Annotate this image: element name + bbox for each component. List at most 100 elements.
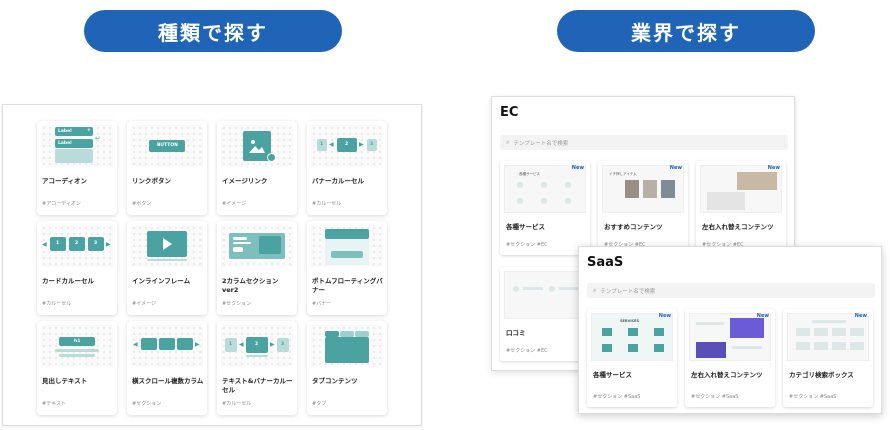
card-carousel-thumbnail: ◀ 1 2 3 ▶ xyxy=(41,225,113,267)
image-link-thumbnail xyxy=(221,125,293,167)
thumb-number: 1 xyxy=(229,342,233,347)
thumb-heading: SERVICES xyxy=(620,319,640,323)
component-tag: #カルーセル xyxy=(312,201,342,207)
component-card-text-banner-carousel[interactable]: 1 ◀ 2 ▶ 3 テキスト&バナーカルーセル #カルーセル xyxy=(217,321,297,415)
template-title: 各種サービス xyxy=(593,371,632,379)
template-thumbnail xyxy=(689,313,771,361)
component-tag: #カルーセル xyxy=(222,401,252,407)
thumb-number: 2 xyxy=(75,241,79,246)
chevron-left-icon: ◀ xyxy=(133,341,138,348)
template-card-ec-services[interactable]: 各種サービス New 各種サービス #セクション #EC xyxy=(500,161,590,255)
chevron-left-icon: ◀ xyxy=(329,141,334,148)
template-title: カテゴリ検索ボックス xyxy=(789,371,854,379)
component-title: カードカルーセル xyxy=(42,277,94,285)
template-title: 左右入れ替えコンテンツ xyxy=(691,371,763,379)
template-tags: #セクション #SaaS xyxy=(593,394,641,400)
new-badge: New xyxy=(767,165,780,171)
thumb-number: 3 xyxy=(370,142,374,147)
link-icon xyxy=(267,153,276,162)
template-thumbnail xyxy=(700,165,782,213)
horizontal-scroll-thumbnail: ◀ ▶ xyxy=(131,325,203,367)
text-banner-carousel-thumbnail: 1 ◀ 2 ▶ 3 xyxy=(221,325,293,367)
chevron-right-icon: ▶ xyxy=(195,341,200,348)
component-title: 2カラムセクション ver2 xyxy=(222,277,279,295)
template-card-saas-swap[interactable]: New 左右入れ替えコンテンツ #セクション #SaaS xyxy=(685,309,775,407)
component-card-link-button[interactable]: BUTTON リンクボタン #ボタン xyxy=(127,121,207,215)
search-input[interactable]: ⌕ テンプレート名で検索 xyxy=(500,135,788,150)
component-card-bottom-floating-banner[interactable]: ボトムフローティングバナー #バナー xyxy=(307,221,387,315)
thumb-label: Label xyxy=(58,129,72,134)
template-title: 左右入れ替えコンテンツ xyxy=(702,223,774,231)
search-input[interactable]: ⌕ テンプレート名で検索 xyxy=(587,283,875,298)
template-thumbnail: イチ押しアイテム xyxy=(602,165,684,213)
play-icon xyxy=(163,238,172,250)
panel-title: SaaS xyxy=(587,255,624,270)
inline-frame-thumbnail xyxy=(131,225,203,267)
component-tag: #イメージ xyxy=(132,301,157,307)
component-card-banner-carousel[interactable]: 1 ◀ 2 ▶ 3 バナーカルーセル #カルーセル xyxy=(307,121,387,215)
component-card-inline-frame[interactable]: インラインフレーム #イメージ xyxy=(127,221,207,315)
thumb-heading: h1 xyxy=(74,339,81,344)
component-tag: #バナー xyxy=(312,301,332,307)
component-card-horizontal-scroll-columns[interactable]: ◀ ▶ 横スクロール複数カラム #セクション xyxy=(127,321,207,415)
chevron-right-icon: ▶ xyxy=(106,241,111,248)
template-tags: #セクション #EC xyxy=(506,242,548,248)
template-tags: #セクション #SaaS xyxy=(789,394,837,400)
saas-template-panel: SaaS ⌕ テンプレート名で検索 SERVICES New 各種サービス #セ… xyxy=(578,246,882,414)
button-thumbnail: BUTTON xyxy=(131,125,203,167)
component-title: ボトムフローティングバナー xyxy=(312,277,383,295)
search-icon: ⌕ xyxy=(506,138,510,146)
component-card-two-column-section[interactable]: 2カラムセクション ver2 #セクション xyxy=(217,221,297,315)
thumb-number: 1 xyxy=(56,241,60,246)
template-card-saas-category-search[interactable]: New カテゴリ検索ボックス #セクション #SaaS xyxy=(783,309,873,407)
chevron-right-icon: ▶ xyxy=(359,141,364,148)
accordion-thumbnail: Label + Label ↩ xyxy=(41,125,113,167)
component-title: テキスト&バナーカルーセル xyxy=(222,377,293,395)
component-title: 見出しテキスト xyxy=(42,377,88,385)
template-card-ec-swap[interactable]: New 左右入れ替えコンテンツ #セクション #EC xyxy=(696,161,786,255)
component-type-panel: Label + Label ↩ アコーディオン #アコーディオン BUTTON … xyxy=(2,104,422,426)
component-title: アコーディオン xyxy=(42,177,88,185)
chevron-left-icon: ◀ xyxy=(42,241,47,248)
template-card-saas-services[interactable]: SERVICES New 各種サービス #セクション #SaaS xyxy=(587,309,677,407)
thumb-number: 2 xyxy=(255,342,259,347)
component-title: バナーカルーセル xyxy=(312,177,364,185)
component-card-image-link[interactable]: イメージリンク #イメージ xyxy=(217,121,297,215)
template-title: 口コミ xyxy=(506,329,526,337)
template-thumbnail xyxy=(504,271,586,319)
search-placeholder: テンプレート名で検索 xyxy=(513,140,569,147)
component-tag: #ボタン xyxy=(132,201,152,207)
component-tag: #セクション xyxy=(132,401,162,407)
thumb-number: 1 xyxy=(320,142,324,147)
new-badge: New xyxy=(756,313,769,319)
template-thumbnail: 各種サービス xyxy=(504,165,586,213)
thumb-button-label: BUTTON xyxy=(157,143,178,148)
component-card-tab-contents[interactable]: タブコンテンツ #タブ xyxy=(307,321,387,415)
component-card-accordion[interactable]: Label + Label ↩ アコーディオン #アコーディオン xyxy=(37,121,117,215)
template-tags: #セクション #EC xyxy=(506,348,548,354)
component-tag: #タブ xyxy=(312,401,327,407)
template-thumbnail xyxy=(787,313,869,361)
banner-carousel-thumbnail: 1 ◀ 2 ▶ 3 xyxy=(311,125,383,167)
component-card-card-carousel[interactable]: ◀ 1 2 3 ▶ カードカルーセル #カルーセル xyxy=(37,221,117,315)
template-thumbnail: SERVICES xyxy=(591,313,673,361)
browse-by-industry-button[interactable]: 業界で探す xyxy=(557,10,815,52)
component-tag: #イメージ xyxy=(222,201,247,207)
component-title: リンクボタン xyxy=(132,177,171,185)
new-badge: New xyxy=(669,165,682,171)
floating-banner-thumbnail xyxy=(311,225,383,267)
template-title: おすすめコンテンツ xyxy=(604,223,663,231)
thumb-number: 3 xyxy=(94,241,98,246)
template-title: 各種サービス xyxy=(506,223,545,231)
template-card-ec-recommended[interactable]: イチ押しアイテム New おすすめコンテンツ #セクション #EC xyxy=(598,161,688,255)
new-badge: New xyxy=(658,313,671,319)
template-tags: #セクション #SaaS xyxy=(691,394,739,400)
component-card-heading-text[interactable]: h1 見出しテキスト #テキスト xyxy=(37,321,117,415)
heading-thumbnail: h1 xyxy=(41,325,113,367)
template-card-ec-reviews[interactable]: 口コミ #セクション #EC xyxy=(500,267,590,361)
new-badge: New xyxy=(854,313,867,319)
panel-title: EC xyxy=(500,105,519,120)
chevron-right-icon: ▶ xyxy=(270,341,275,348)
browse-by-type-button[interactable]: 種類で探す xyxy=(84,10,342,52)
component-tag: #セクション xyxy=(222,301,252,307)
